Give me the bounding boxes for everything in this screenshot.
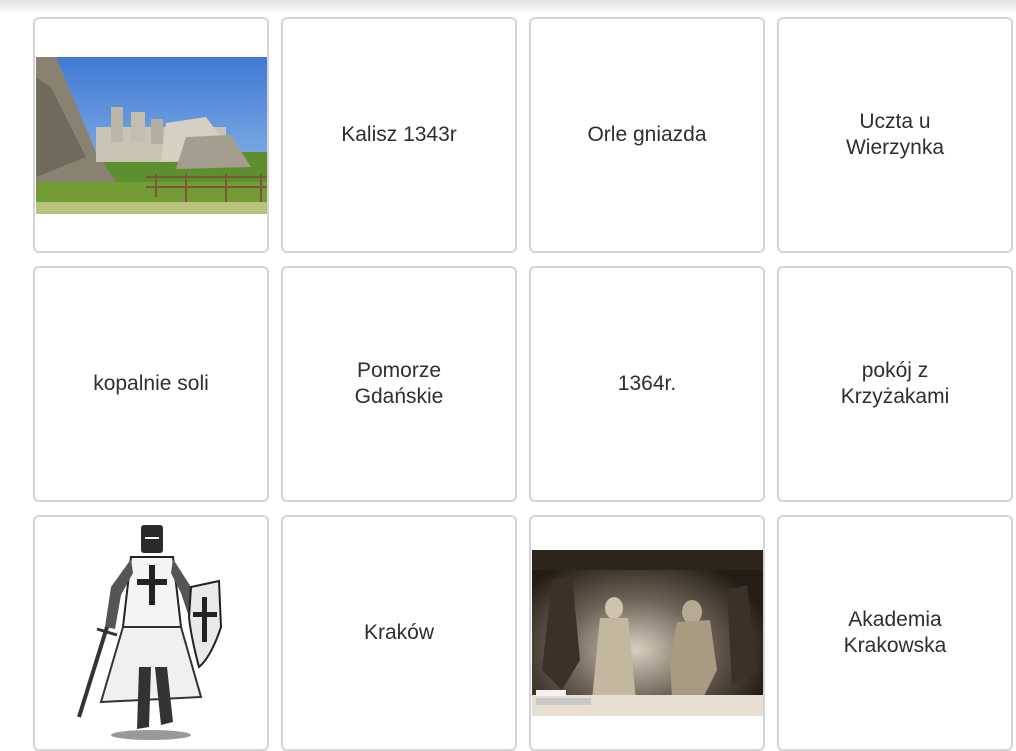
castle-ruins-image: [35, 56, 267, 214]
card-grid: Kalisz 1343r Orle gniazda Uczta u Wierzy…: [33, 17, 1013, 751]
card-label: Pomorze Gdańskie: [354, 359, 444, 408]
teutonic-knight-image: [61, 517, 241, 747]
card-uczta[interactable]: Uczta u Wierzynka: [777, 17, 1013, 253]
card-kopalnie-soli[interactable]: kopalnie soli: [33, 266, 269, 502]
card-pokoj[interactable]: pokój z Krzyżakami: [777, 266, 1013, 502]
card-label: pokój z Krzyżakami: [840, 359, 950, 408]
card-label: 1364r.: [617, 372, 677, 395]
card-kalisz[interactable]: Kalisz 1343r: [281, 17, 517, 253]
card-knight-image[interactable]: [33, 515, 269, 751]
card-label: Uczta u Wierzynka: [845, 110, 945, 159]
card-label: kopalnie soli: [93, 372, 209, 395]
card-label: Akademia Krakowska: [843, 608, 947, 657]
card-orle-gniazda[interactable]: Orle gniazda: [529, 17, 765, 253]
card-label: Kraków: [363, 621, 435, 644]
card-castle-image[interactable]: [33, 17, 269, 253]
card-label: Kalisz 1343r: [341, 123, 457, 146]
card-1364[interactable]: 1364r.: [529, 266, 765, 502]
card-krakow[interactable]: Kraków: [281, 515, 517, 751]
card-label: Orle gniazda: [587, 123, 707, 146]
card-akademia[interactable]: Akademia Krakowska: [777, 515, 1013, 751]
card-pomorze[interactable]: Pomorze Gdańskie: [281, 266, 517, 502]
card-salt-mine-image[interactable]: [529, 515, 765, 751]
top-shadow: [0, 0, 1016, 14]
salt-mine-sculpture-image: [531, 550, 763, 716]
